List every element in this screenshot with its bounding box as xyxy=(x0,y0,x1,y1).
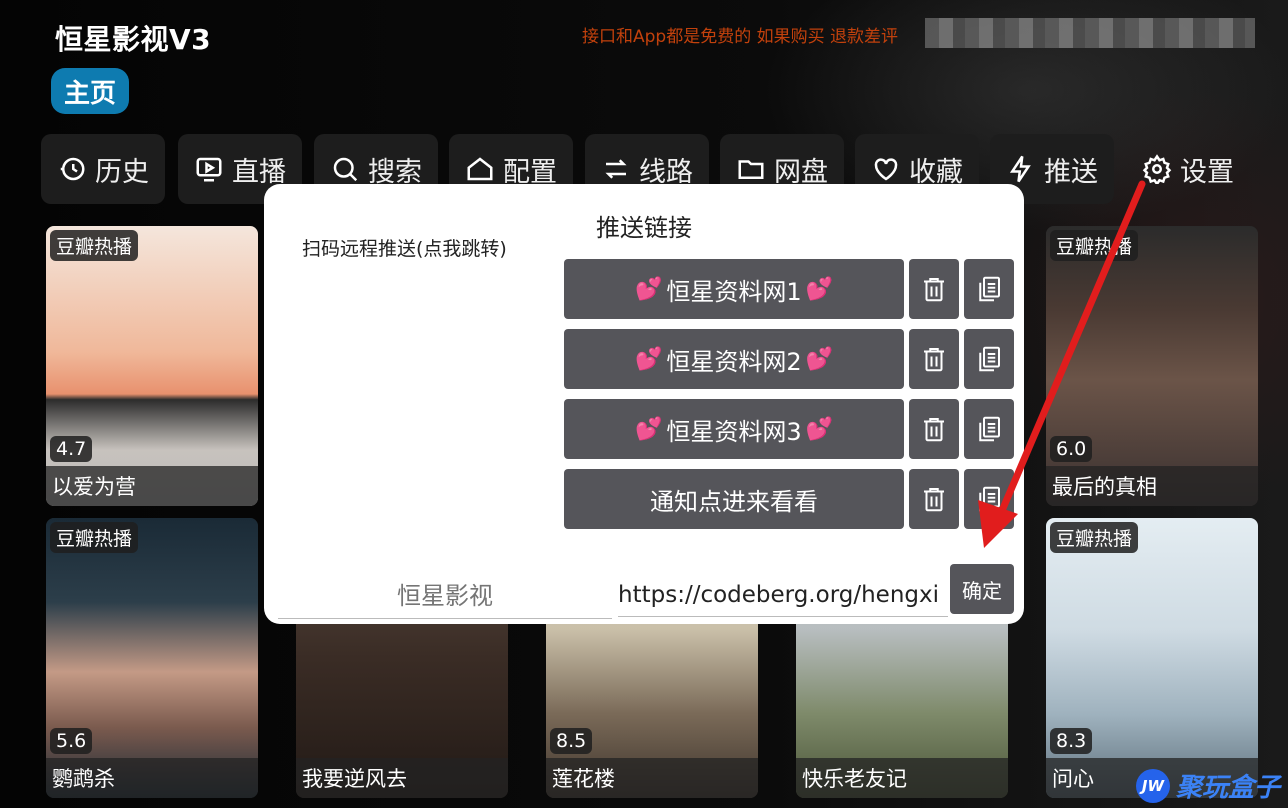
delete-button[interactable] xyxy=(909,329,959,389)
hot-tag: 豆瓣热播 xyxy=(1050,230,1139,261)
nav-settings[interactable]: 设置 xyxy=(1126,134,1250,204)
delete-button[interactable] xyxy=(909,469,959,529)
video-card[interactable]: 豆瓣热播 8.3 问心 xyxy=(1046,518,1258,798)
heart-icon xyxy=(874,158,898,181)
trash-icon xyxy=(924,278,944,302)
heart-icon: 💕 xyxy=(805,346,834,372)
push-dialog: 推送链接 扫码远程推送(点我跳转) 💕 恒星资料网1 💕 💕 恒星资料网2 💕 … xyxy=(264,184,1024,624)
heart-icon: 💕 xyxy=(634,416,663,442)
nav-label: 历史 xyxy=(95,156,149,188)
search-icon xyxy=(333,157,358,182)
hot-tag: 豆瓣热播 xyxy=(1050,522,1139,553)
poster-image xyxy=(1046,518,1258,798)
nav-label: 直播 xyxy=(232,156,286,188)
poster-image xyxy=(1046,226,1258,506)
dialog-title: 推送链接 xyxy=(596,214,692,242)
tv-icon xyxy=(196,157,222,182)
card-title: 快乐老友记 xyxy=(796,758,1008,798)
url-field[interactable] xyxy=(618,574,948,617)
copy-icon xyxy=(979,416,1000,442)
rating-badge: 5.6 xyxy=(50,728,93,754)
watermark-logo: JW xyxy=(1135,768,1170,803)
card-title: 以爱为营 xyxy=(46,466,258,506)
nav-history[interactable]: 历史 xyxy=(41,134,165,204)
link-button[interactable]: 💕 恒星资料网3 💕 xyxy=(564,399,904,459)
nav-label: 设置 xyxy=(1180,156,1234,188)
video-card[interactable]: 豆瓣热播 6.0 最后的真相 xyxy=(1046,226,1258,506)
watermark: JW 聚玩盒子 xyxy=(1135,767,1280,804)
rating-badge: 6.0 xyxy=(1050,436,1093,462)
link-label: 通知点进来看看 xyxy=(650,487,818,516)
name-field[interactable] xyxy=(278,574,612,619)
notice-text: 接口和App都是免费的 如果购买 退款差评 xyxy=(582,27,899,47)
copy-icon xyxy=(979,486,1000,512)
link-button[interactable]: 💕 恒星资料网2 💕 xyxy=(564,329,904,389)
hot-tag: 豆瓣热播 xyxy=(50,230,139,261)
switch-icon xyxy=(605,159,627,179)
copy-button[interactable] xyxy=(964,469,1014,529)
link-label: 恒星资料网3 xyxy=(666,417,802,446)
rating-badge: 8.3 xyxy=(1050,728,1093,754)
trash-icon xyxy=(924,488,944,512)
delete-button[interactable] xyxy=(909,399,959,459)
home-config-icon xyxy=(467,157,493,181)
heart-icon: 💕 xyxy=(634,346,663,372)
nav-label: 线路 xyxy=(639,156,693,188)
nav-label: 推送 xyxy=(1044,156,1098,188)
heart-icon: 💕 xyxy=(805,416,834,442)
link-button[interactable]: 💕 恒星资料网1 💕 xyxy=(564,259,904,319)
hot-tag: 豆瓣热播 xyxy=(50,522,139,553)
tab-home[interactable]: 主页 xyxy=(51,68,129,114)
folder-icon xyxy=(738,160,764,179)
link-label: 恒星资料网2 xyxy=(666,347,802,376)
watermark-text: 聚玩盒子 xyxy=(1175,773,1280,803)
nav-label: 配置 xyxy=(503,156,557,188)
nav-label: 搜索 xyxy=(368,156,422,188)
rating-badge: 4.7 xyxy=(50,436,93,462)
trash-icon xyxy=(924,418,944,442)
poster-image xyxy=(46,226,258,506)
nav-label: 收藏 xyxy=(909,156,963,188)
copy-button[interactable] xyxy=(964,399,1014,459)
video-card[interactable]: 豆瓣热播 4.7 以爱为营 xyxy=(46,226,258,506)
card-title: 莲花楼 xyxy=(546,758,758,798)
poster-image xyxy=(46,518,258,798)
lightning-icon xyxy=(1009,155,1031,183)
heart-icon: 💕 xyxy=(805,276,834,302)
card-title: 最后的真相 xyxy=(1046,466,1258,506)
video-card[interactable]: 豆瓣热播 5.6 鹦鹉杀 xyxy=(46,518,258,798)
link-button[interactable]: 通知点进来看看 xyxy=(564,469,904,529)
link-label: 恒星资料网1 xyxy=(666,277,802,306)
nav-label: 网盘 xyxy=(774,156,828,188)
confirm-button[interactable]: 确定 xyxy=(950,564,1014,614)
trash-icon xyxy=(924,348,944,372)
history-icon xyxy=(60,157,85,181)
copy-button[interactable] xyxy=(964,259,1014,319)
qr-push-link[interactable]: 扫码远程推送(点我跳转) xyxy=(302,234,507,261)
copy-icon xyxy=(979,276,1000,302)
rating-badge: 8.5 xyxy=(550,728,593,754)
app-title: 恒星影视V3 xyxy=(55,23,212,56)
pixelated-area xyxy=(925,18,1255,48)
heart-icon: 💕 xyxy=(634,276,663,302)
delete-button[interactable] xyxy=(909,259,959,319)
card-title: 我要逆风去 xyxy=(296,758,508,798)
copy-icon xyxy=(979,346,1000,372)
copy-button[interactable] xyxy=(964,329,1014,389)
gear-icon xyxy=(1142,154,1172,184)
card-title: 鹦鹉杀 xyxy=(46,758,258,798)
